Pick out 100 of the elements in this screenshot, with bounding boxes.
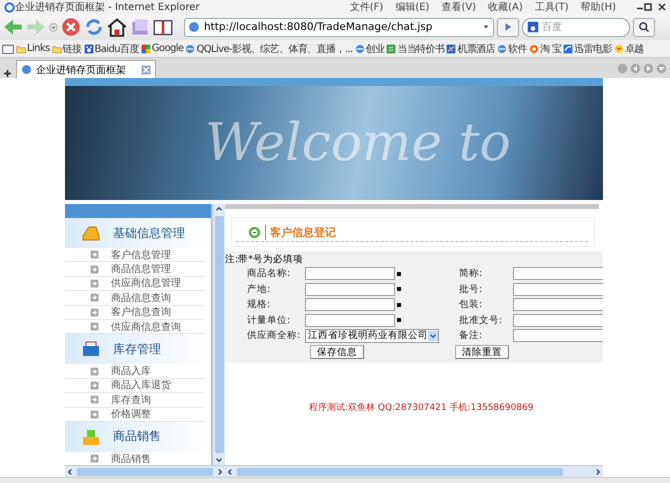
form-header: 客户信息登记 [231,217,595,247]
arrow-box-icon [90,366,99,376]
menu-item[interactable]: 工具(T) [534,0,569,14]
sidebar-link[interactable]: 供应商信息管理 [111,276,181,290]
stop-icon[interactable] [61,17,81,37]
dropdown-icon[interactable] [49,22,58,32]
arrow-box-icon [90,454,99,464]
vertical-scrollbar[interactable] [212,204,225,465]
go-button[interactable] [497,18,519,36]
arrow-box-icon [90,308,99,317]
welcome-banner: Welcome to [65,78,603,200]
sidebar-link[interactable]: 客户信息查询 [111,305,171,320]
window-title: 企业进销存页面框架 - Internet Explorer [15,0,200,14]
bookmark-link[interactable]: 当当特价书 [386,42,444,56]
chevron-down-icon [482,23,490,31]
menu-item[interactable]: 收藏(A) [488,0,523,14]
horizontal-scrollbar[interactable] [65,465,225,477]
field-label: 计量单位: [247,314,292,327]
text-field[interactable] [513,267,603,280]
horizontal-scrollbar[interactable] [225,465,603,477]
play-icon [503,22,513,32]
text-field[interactable] [305,267,395,280]
maximize-icon[interactable] [644,3,652,11]
search-icon [638,21,650,33]
field-label: 备注: [459,329,484,342]
sidebar-link[interactable]: 库存查询 [111,392,151,407]
bookmark-link[interactable]: Baidu百度 [84,42,139,56]
arrow-box-icon [90,322,99,332]
folder-icon [16,44,26,54]
swoosh-icon [563,44,574,54]
sidebar-link[interactable]: 价格调整 [111,407,151,422]
text-field[interactable] [305,314,395,327]
arrow-box-icon [90,380,99,390]
menu-item[interactable]: 查看(V) [441,0,476,14]
paw-icon [527,21,539,33]
arrow-box-icon [90,293,99,302]
home-icon[interactable] [107,17,127,37]
sidebar-link[interactable]: 供应商信息查询 [111,320,181,334]
plus-icon[interactable] [3,69,12,78]
field-label: 产地: [247,282,272,296]
section-title: 商品销售 [113,428,161,446]
arrow-box-icon [90,278,99,288]
bookmark-link[interactable]: 卓越 [614,42,644,56]
bookmark-link[interactable]: 迅雷电影 [563,42,612,56]
bookmark-link[interactable]: Google [140,43,184,54]
field-label: 规格: [247,298,272,312]
form-button[interactable]: 清除重置 [455,344,509,358]
browser-tab[interactable]: 企业进销存页面框架 [16,60,156,78]
sidebar-link[interactable]: 商品信息查询 [111,290,171,305]
bookmark-link[interactable]: QQLive-影视、综艺、体育、直播，... [185,42,353,56]
round-logo-icon [614,44,624,54]
bookmark-link[interactable]: 淘 宝 [528,42,562,56]
text-field[interactable] [305,298,395,312]
section-title: 基础信息管理 [113,224,185,242]
section-title: 库存管理 [113,340,161,358]
paw-icon [84,44,94,54]
arrow-box-icon [90,250,99,260]
text-field[interactable] [305,282,395,296]
sidebar-link[interactable]: 商品销售 [111,452,151,465]
box-icon [81,340,101,358]
form-note: 注:带*号为必填项 [225,253,304,266]
circle-logo-icon [528,44,539,54]
chevron-down-icon [428,330,438,342]
bookmark-link[interactable]: 软件 [497,42,527,56]
menu-item[interactable]: 文件(F) [350,0,384,14]
arrow-box-icon [90,264,99,274]
close-icon [141,64,151,74]
book-icon[interactable] [153,17,173,37]
supplier-dropdown[interactable]: 江西省珍视明药业有限公司 [305,328,439,343]
text-field[interactable] [513,282,603,296]
google-icon [140,44,151,54]
sidebar-link[interactable]: 商品入库 [111,364,151,378]
field-label: 批号: [459,282,484,296]
text-field[interactable] [513,298,603,312]
arrow-box-icon [90,395,99,404]
back-arrow-icon[interactable] [3,17,23,37]
text-field[interactable] [513,314,603,327]
text-field[interactable] [513,329,603,342]
sidebar-link[interactable]: 客户信息管理 [111,248,171,262]
address-bar[interactable]: http://localhost:8080/TradeManage/chat.jsp [184,18,494,36]
sidebar-link[interactable]: 商品信息管理 [111,262,171,276]
menu-item[interactable]: 帮助(H) [580,0,616,14]
field-label: 包装: [459,298,484,312]
field-label: 商品名称: [247,267,292,280]
folder-icon [52,44,62,54]
close-icon[interactable] [658,3,666,11]
book-icon[interactable] [2,42,14,54]
menu-item[interactable]: 编辑(E) [395,0,430,14]
form-button[interactable]: 保存信息 [310,344,364,358]
bookmark-link[interactable]: Links [16,43,50,54]
field-label: 批准文号: [459,314,504,327]
sidebar-link[interactable]: 商品入库退货 [111,378,171,392]
field-label: 简称: [459,267,484,280]
bookmark-link[interactable]: 链接 [52,42,82,56]
footer-credit: 程序测试:双鱼林 QQ:287307421 手机:13558690869 [309,402,534,414]
search-button[interactable] [633,18,655,36]
arrow-box-icon [90,410,99,419]
bookmark-link[interactable]: 创业 [354,42,384,56]
bookmark-link[interactable]: 机票酒店 [446,42,495,56]
field-label: 供应商全称: [247,329,302,342]
